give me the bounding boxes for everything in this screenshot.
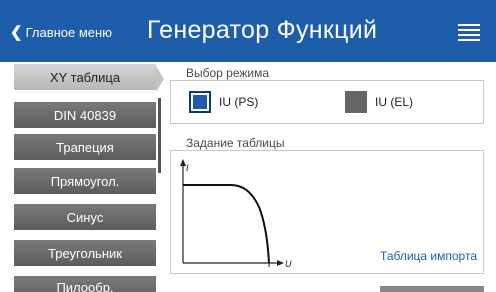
sidebar-item-din-40839[interactable]: DIN 40839 — [14, 102, 156, 128]
sidebar-item-xy-table[interactable]: XY таблица — [14, 64, 156, 90]
mode-option-label: IU (EL) — [375, 95, 414, 109]
sidebar-item-sine[interactable]: Синус — [14, 204, 156, 230]
table-section-label: Задание таблицы — [186, 136, 285, 150]
sidebar-item-sawtooth[interactable]: Пилообр. — [14, 276, 156, 292]
mode-option-iu-el[interactable]: IU (EL) — [345, 91, 413, 113]
header-bar: ❮ Главное меню Генератор Функций — [0, 0, 496, 62]
mode-swatch-iu-el — [345, 91, 367, 113]
sidebar: XY таблица DIN 40839 Трапеция Прямоугол.… — [0, 62, 162, 292]
iu-curve-line — [183, 184, 270, 264]
active-item-pointer — [156, 66, 164, 92]
chevron-left-icon: ❮ — [10, 23, 23, 41]
table-definition-panel: I U Таблица импорта — [170, 150, 484, 274]
sidebar-item-trapezoid[interactable]: Трапеция — [14, 134, 156, 160]
mode-selector: IU (PS) IU (EL) — [170, 80, 484, 124]
sidebar-item-triangle[interactable]: Треугольник — [14, 240, 156, 266]
page-title: Генератор Функций — [147, 16, 378, 44]
bottom-action-button[interactable] — [380, 286, 484, 292]
mode-option-label: IU (PS) — [219, 95, 259, 109]
back-button-label: Главное меню — [25, 24, 112, 40]
y-axis-label: I — [186, 163, 189, 173]
mode-section-label: Выбор режима — [186, 66, 270, 80]
mode-swatch-iu-ps — [189, 91, 211, 113]
sidebar-item-rectangle[interactable]: Прямоугол. — [14, 168, 156, 194]
x-axis-label: U — [285, 259, 292, 269]
hamburger-menu-icon[interactable] — [458, 24, 480, 41]
sidebar-scrollbar[interactable] — [158, 98, 161, 173]
x-axis-arrow — [277, 260, 284, 266]
back-to-main-menu-button[interactable]: ❮ Главное меню — [10, 22, 112, 42]
import-table-link[interactable]: Таблица импорта — [380, 249, 477, 263]
mode-option-iu-ps[interactable]: IU (PS) — [189, 91, 258, 113]
